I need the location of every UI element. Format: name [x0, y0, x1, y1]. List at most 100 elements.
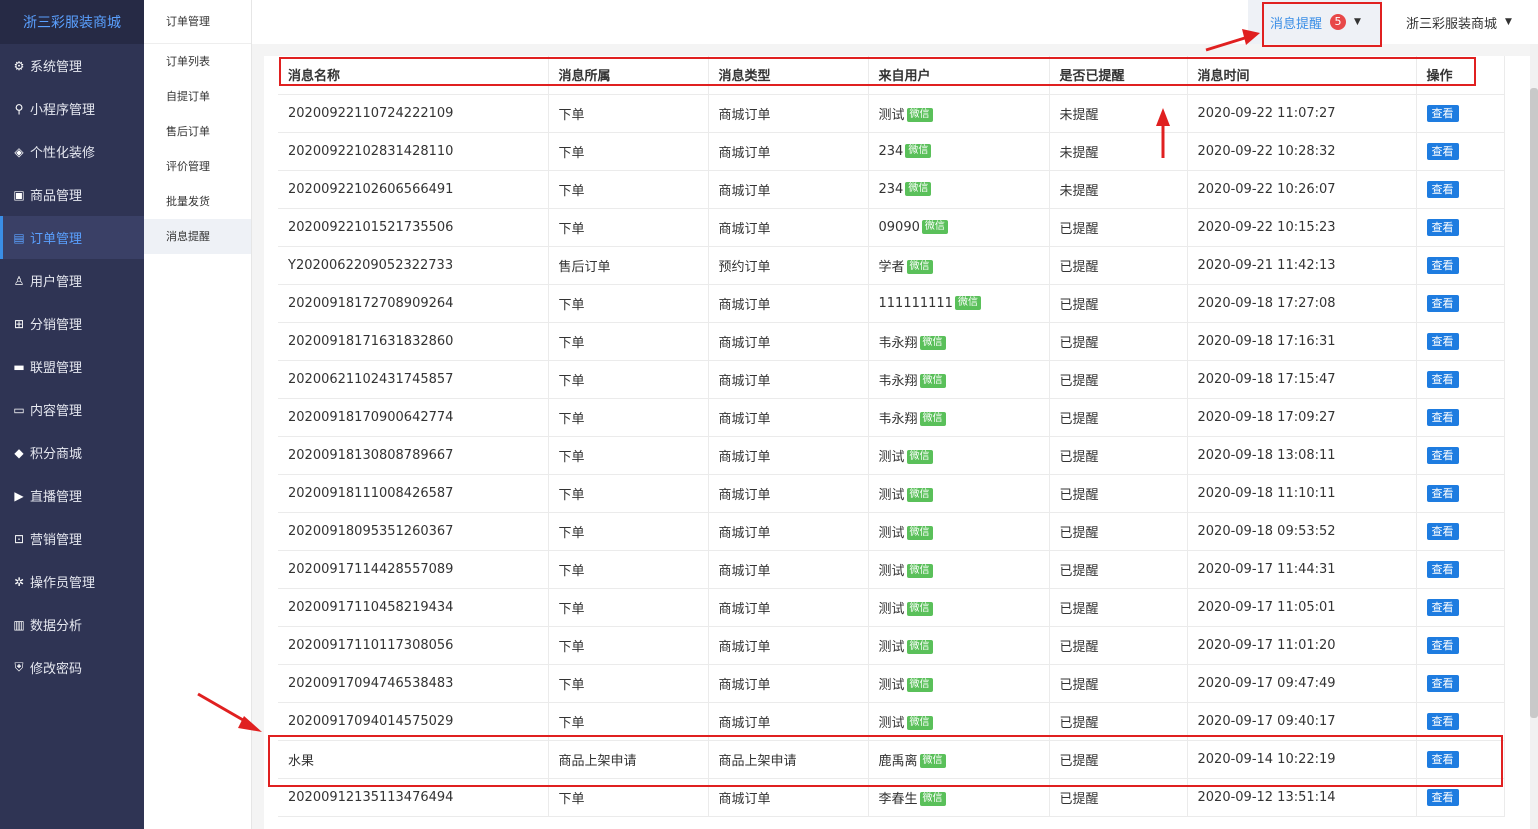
cell-message-time: 2020-09-17 11:05:01 — [1187, 588, 1417, 627]
view-button[interactable]: 查看 — [1426, 180, 1459, 198]
view-button[interactable]: 查看 — [1426, 598, 1459, 616]
cell-message-name: 20200621102431745857 — [278, 360, 549, 399]
sidebar-item-2[interactable]: ◈ 个性化装修 — [0, 130, 144, 173]
cell-reminded: 已提醒 — [1049, 740, 1188, 779]
view-button[interactable]: 查看 — [1426, 142, 1459, 160]
cell-message-belong: 下单 — [548, 398, 709, 437]
cell-from-user: 测试 微信 — [868, 474, 1050, 513]
cell-message-belong: 下单 — [548, 360, 709, 399]
sidebar-item-3[interactable]: ▣ 商品管理 — [0, 173, 144, 216]
message-reminder-dropdown[interactable]: 消息提醒 5 ▼ — [1248, 0, 1382, 44]
cell-message-type: 商城订单 — [708, 208, 869, 247]
user-name: 测试 — [878, 487, 905, 503]
sidebar-item-9[interactable]: ◆ 积分商城 — [0, 431, 144, 474]
view-button[interactable]: 查看 — [1426, 522, 1459, 540]
cell-message-type: 商城订单 — [708, 94, 869, 133]
cell-message-belong: 下单 — [548, 132, 709, 171]
shop-account-dropdown[interactable]: 浙三彩服装商城 ▼ — [1406, 0, 1512, 44]
view-button[interactable]: 查看 — [1426, 370, 1459, 388]
view-button[interactable]: 查看 — [1426, 332, 1459, 350]
cell-reminded: 已提醒 — [1049, 626, 1188, 665]
user-name: 韦永翔 — [878, 335, 918, 351]
cell-message-time: 2020-09-18 17:15:47 — [1187, 360, 1417, 399]
cell-message-time: 2020-09-17 11:01:20 — [1187, 626, 1417, 665]
sidebar-item-13[interactable]: ▥ 数据分析 — [0, 603, 144, 646]
cell-from-user: 学者 微信 — [868, 246, 1050, 285]
view-button[interactable]: 查看 — [1426, 408, 1459, 426]
table-row: Y2020062209052322733 售后订单 预约订单 学者 微信 已提醒 2020-… — [278, 246, 1505, 285]
cell-message-type: 商城订单 — [708, 550, 869, 589]
user-icon: ♙ — [13, 273, 25, 288]
sidebar-item-10[interactable]: ▶ 直播管理 — [0, 474, 144, 517]
cell-from-user: 234 微信 — [868, 170, 1050, 209]
submenu-item-0[interactable]: 订单列表 — [144, 44, 251, 79]
submenu-item-3[interactable]: 评价管理 — [144, 149, 251, 184]
view-button[interactable]: 查看 — [1426, 788, 1459, 806]
user-name: 学者 — [878, 259, 905, 275]
header-from-user: 来自用户 — [868, 56, 1050, 95]
submenu-item-1[interactable]: 自提订单 — [144, 79, 251, 114]
submenu-item-4[interactable]: 批量发货 — [144, 184, 251, 219]
sidebar-item-1[interactable]: ⚲ 小程序管理 — [0, 87, 144, 130]
table-row: 20200918172708909264 下单 商城订单 111111111 微信 已提醒… — [278, 284, 1505, 323]
sidebar-item-4[interactable]: ▤ 订单管理 — [0, 216, 144, 259]
view-button[interactable]: 查看 — [1426, 446, 1459, 464]
wechat-tag: 微信 — [919, 374, 946, 388]
cell-reminded: 已提醒 — [1049, 512, 1188, 551]
cell-message-name: Y2020062209052322733 — [278, 246, 549, 285]
submenu-item-5[interactable]: 消息提醒 — [144, 219, 251, 254]
cube-icon: ◆ — [14, 445, 24, 460]
sidebar-item-12[interactable]: ✲ 操作员管理 — [0, 560, 144, 603]
cell-message-type: 商城订单 — [708, 132, 869, 171]
table-row: 20200918170900642774 下单 商城订单 韦永翔 微信 已提醒 2020-0… — [278, 398, 1505, 437]
header-message-type: 消息类型 — [708, 56, 869, 95]
table-row: 20200917094014575029 下单 商城订单 测试 微信 已提醒 2020-09… — [278, 702, 1505, 741]
scrollbar-thumb[interactable] — [1530, 88, 1538, 718]
view-button[interactable]: 查看 — [1426, 712, 1459, 730]
app-title[interactable]: 浙三彩服装商城 — [0, 0, 144, 44]
sidebar-item-6[interactable]: ⊞ 分销管理 — [0, 302, 144, 345]
message-reminder-label: 消息提醒 — [1270, 16, 1323, 32]
cell-from-user: 测试 微信 — [868, 626, 1050, 665]
sidebar-item-14[interactable]: ⛨ 修改密码 — [0, 646, 144, 689]
sidebar: 浙三彩服装商城 ⚙ 系统管理 ⚲ 小程序管理 ◈ 个性化装修 ▣ 商品管理 ▤ 订单管理 ♙ 用户管理… — [0, 0, 144, 829]
sidebar-item-8[interactable]: ▭ 内容管理 — [0, 388, 144, 431]
submenu-item-2[interactable]: 售后订单 — [144, 114, 251, 149]
user-name: 测试 — [878, 601, 905, 617]
sidebar-item-11[interactable]: ⊡ 营销管理 — [0, 517, 144, 560]
user-name: 09090 — [878, 219, 920, 235]
shield-icon: ⛨ — [14, 660, 24, 674]
view-button[interactable]: 查看 — [1426, 256, 1459, 274]
cell-from-user: 09090 微信 — [868, 208, 1050, 247]
view-button[interactable]: 查看 — [1426, 294, 1459, 312]
sidebar-item-7[interactable]: ▬ 联盟管理 — [0, 345, 144, 388]
sidebar-item-0[interactable]: ⚙ 系统管理 — [0, 44, 144, 87]
table-row: 20200917114428557089 下单 商城订单 测试 微信 已提醒 2020-09… — [278, 550, 1505, 589]
cell-message-time: 2020-09-18 17:16:31 — [1187, 322, 1417, 361]
wechat-tag: 微信 — [919, 754, 946, 768]
cell-action: 查看 — [1416, 664, 1505, 703]
cell-message-time: 2020-09-17 09:40:17 — [1187, 702, 1417, 741]
cell-message-belong: 下单 — [548, 94, 709, 133]
view-button[interactable]: 查看 — [1426, 484, 1459, 502]
table-row: 20200621102431745857 下单 商城订单 韦永翔 微信 已提醒 2020-0… — [278, 360, 1505, 399]
cell-message-belong: 下单 — [548, 208, 709, 247]
cell-reminded: 已提醒 — [1049, 284, 1188, 323]
view-button[interactable]: 查看 — [1426, 104, 1459, 122]
bar-chart-icon: ▥ — [13, 617, 25, 632]
cell-from-user: 韦永翔 微信 — [868, 360, 1050, 399]
cell-from-user: 李春生 微信 — [868, 778, 1050, 817]
user-name: 测试 — [878, 449, 905, 465]
view-button[interactable]: 查看 — [1426, 560, 1459, 578]
sidebar-item-5[interactable]: ♙ 用户管理 — [0, 259, 144, 302]
table-row: 20200918171631832860 下单 商城订单 韦永翔 微信 已提醒 2020-0… — [278, 322, 1505, 361]
message-count-badge: 5 — [1330, 14, 1347, 30]
view-button[interactable]: 查看 — [1426, 674, 1459, 692]
cell-reminded: 未提醒 — [1049, 132, 1188, 171]
view-button[interactable]: 查看 — [1426, 636, 1459, 654]
sidebar-item-label: 联盟管理 — [30, 361, 83, 376]
cell-from-user: 234 微信 — [868, 132, 1050, 171]
view-button[interactable]: 查看 — [1426, 218, 1459, 236]
view-button[interactable]: 查看 — [1426, 750, 1459, 768]
cell-reminded: 已提醒 — [1049, 588, 1188, 627]
